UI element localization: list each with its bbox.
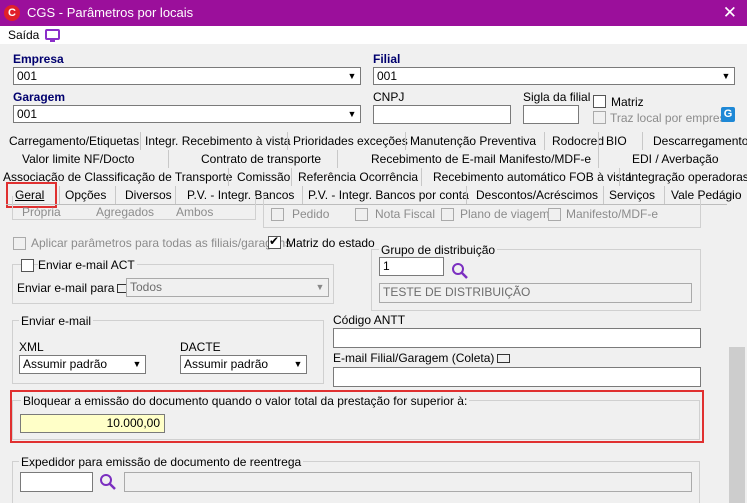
tab-recebimento-auto[interactable]: Recebimento automático FOB à vista <box>421 168 632 186</box>
tab-valor-limite[interactable]: Valor limite NF/Docto <box>9 150 168 168</box>
sigla-label: Sigla da filial <box>523 90 591 104</box>
traz-local-checkbox[interactable] <box>593 111 606 124</box>
email-filial-input[interactable] <box>333 367 701 387</box>
matriz-estado-label: Matriz do estado <box>286 236 375 250</box>
garagem-value: 001 <box>17 107 38 121</box>
menu-bar: Saída <box>0 26 747 44</box>
menu-saida[interactable]: Saída <box>8 28 39 42</box>
tab-contrato[interactable]: Contrato de transporte <box>168 150 337 168</box>
plano-viagem-label: Plano de viagem <box>460 207 550 221</box>
email-act-label: Enviar e-mail ACT <box>38 258 137 272</box>
dacte-select[interactable]: Assumir padrão ▼ <box>180 355 307 374</box>
aplicar-checkbox[interactable] <box>13 237 26 250</box>
monitor-icon[interactable] <box>45 29 60 42</box>
chevron-down-icon[interactable]: ▼ <box>718 68 734 84</box>
email-filial-label: E-mail Filial/Garagem (Coleta) <box>333 351 511 365</box>
expedidor-code-input[interactable] <box>20 472 93 492</box>
matriz-estado-checkbox[interactable] <box>268 234 281 249</box>
origem-group <box>12 196 256 220</box>
email-filial-text: E-mail Filial/Garagem (Coleta) <box>333 351 495 365</box>
pedido-label: Pedido <box>292 207 330 221</box>
tab-edi[interactable]: EDI / Averbação <box>598 150 740 168</box>
chevron-down-icon[interactable]: ▼ <box>129 356 145 373</box>
search-icon[interactable] <box>451 262 469 280</box>
scrollbar-thumb[interactable] <box>729 347 745 503</box>
garagem-select[interactable]: 001 ▼ <box>13 105 361 123</box>
grupo-dist-label: Grupo de distribuição <box>379 243 498 257</box>
tab-referencia[interactable]: Referência Ocorrência <box>291 168 421 186</box>
garagem-label: Garagem <box>13 90 66 104</box>
tab-row-1: Carregamento/Etiquetas Integr. Recebimen… <box>9 132 747 150</box>
codigo-antt-label: Código ANTT <box>333 313 406 327</box>
tab-rodocred[interactable]: Rodocred <box>544 132 604 150</box>
chevron-down-icon[interactable]: ▼ <box>344 68 360 84</box>
traz-local-label: Traz local por empresa <box>610 111 733 125</box>
tab-descarregamento[interactable]: Descarregamento <box>642 132 747 150</box>
title-bar: C CGS - Parâmetros por locais ✕ <box>0 0 747 26</box>
g-icon[interactable]: G <box>721 107 735 122</box>
filial-value: 001 <box>377 69 398 83</box>
tab-manutencao[interactable]: Manutenção Preventiva <box>405 132 538 150</box>
email-para-value: Todos <box>130 280 163 294</box>
xml-value: Assumir padrão <box>23 357 108 371</box>
grupo-dist-code[interactable]: 1 <box>379 257 444 276</box>
nota-fiscal-checkbox[interactable] <box>355 208 368 221</box>
tab-bio[interactable]: BIO <box>598 132 642 150</box>
tab-prioridades[interactable]: Prioridades exceções <box>287 132 408 150</box>
nota-fiscal-label: Nota Fiscal <box>375 207 436 221</box>
expedidor-label: Expedidor para emissão de documento de r… <box>19 455 304 469</box>
matriz-checkbox[interactable] <box>593 95 606 108</box>
tab-integr-recebimento[interactable]: Integr. Recebimento à vista <box>140 132 290 150</box>
matriz-label: Matriz <box>611 95 644 109</box>
enviar-email-label: Enviar e-mail <box>19 314 94 328</box>
window-title: CGS - Parâmetros por locais <box>27 5 194 20</box>
tab-carregamento[interactable]: Carregamento/Etiquetas <box>9 132 140 150</box>
dacte-label: DACTE <box>180 340 221 354</box>
plano-viagem-checkbox[interactable] <box>441 208 454 221</box>
email-act-checkbox[interactable] <box>21 259 34 272</box>
xml-label: XML <box>19 340 44 354</box>
bloquear-highlight <box>10 390 704 443</box>
codigo-antt-input[interactable] <box>333 328 701 348</box>
tab-row-2: Valor limite NF/Docto Contrato de transp… <box>9 150 740 168</box>
chevron-down-icon[interactable]: ▼ <box>290 356 306 373</box>
tab-recebimento-email[interactable]: Recebimento de E-mail Manifesto/MDF-e <box>337 150 598 168</box>
tab-row-3: Associação de Classificação de Transport… <box>3 168 747 186</box>
grupo-dist-name: TESTE DE DISTRIBUIÇÃO <box>379 283 692 303</box>
vertical-scrollbar[interactable] <box>727 205 747 503</box>
aplicar-label: Aplicar parâmetros para todas as filiais… <box>31 236 292 250</box>
email-para-label: Enviar e-mail para <box>17 281 131 295</box>
manifesto-label: Manifesto/MDF-e <box>566 207 659 221</box>
enviar-email-group <box>12 320 324 384</box>
tab-integracao-operadoras[interactable]: Integração operadoras <box>619 168 747 186</box>
close-icon[interactable]: ✕ <box>723 3 737 23</box>
cnpj-label: CNPJ <box>373 90 405 104</box>
email-para-text: Enviar e-mail para <box>17 281 115 295</box>
keyboard-icon <box>497 354 511 364</box>
filial-label: Filial <box>373 52 401 66</box>
cnpj-input[interactable] <box>373 105 511 124</box>
empresa-label: Empresa <box>13 52 64 66</box>
manifesto-checkbox[interactable] <box>548 208 561 221</box>
chevron-down-icon[interactable]: ▼ <box>312 279 328 296</box>
xml-select[interactable]: Assumir padrão ▼ <box>19 355 146 374</box>
cgs-logo-icon: C <box>4 5 20 21</box>
filial-select[interactable]: 001 ▼ <box>373 67 735 85</box>
expedidor-name <box>124 472 692 492</box>
email-para-select[interactable]: Todos ▼ <box>126 278 329 297</box>
chevron-down-icon[interactable]: ▼ <box>344 106 360 122</box>
pedido-checkbox[interactable] <box>271 208 284 221</box>
sigla-input[interactable] <box>523 105 579 124</box>
dacte-value: Assumir padrão <box>184 357 269 371</box>
tab-comissao[interactable]: Comissão <box>228 168 291 186</box>
empresa-value: 001 <box>17 69 38 83</box>
empresa-select[interactable]: 001 ▼ <box>13 67 361 85</box>
search-icon[interactable] <box>99 473 117 491</box>
